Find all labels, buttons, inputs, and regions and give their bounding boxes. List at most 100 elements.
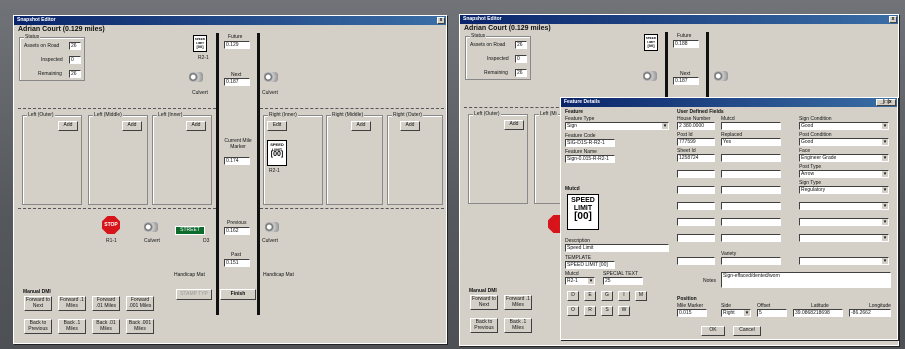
speed-limit-sign-icon[interactable]: SPEED LIMIT [00] bbox=[267, 140, 287, 166]
notes-field[interactable]: Sign-effaced/dented/worn bbox=[721, 272, 891, 288]
window-controls[interactable]: _|□|x bbox=[876, 99, 896, 106]
add-button[interactable]: Add bbox=[351, 121, 371, 131]
empty-field[interactable] bbox=[677, 234, 715, 242]
feature-code-field[interactable]: SIG-D1S-R-R2-1 bbox=[565, 139, 615, 147]
letter-i-button[interactable]: I bbox=[618, 291, 630, 301]
description-field[interactable]: Speed Limit bbox=[565, 244, 669, 252]
empty-field[interactable] bbox=[721, 202, 781, 210]
back-previous-button[interactable]: Back to Previous bbox=[24, 319, 52, 334]
culvert-label: Culvert bbox=[192, 90, 208, 96]
back-0001-button[interactable]: Back .001 Miles bbox=[126, 319, 154, 334]
add-button[interactable]: Add bbox=[122, 121, 142, 131]
panel-label: Left (Middle) bbox=[93, 112, 123, 118]
mutcd-select[interactable]: R2-1 bbox=[565, 277, 595, 285]
close-button[interactable]: x bbox=[889, 16, 897, 23]
add-button[interactable]: Add bbox=[58, 121, 78, 131]
letter-d-button[interactable]: D bbox=[567, 291, 579, 301]
feature-name-field[interactable]: Sign-0.015-R-R2-1 bbox=[565, 155, 615, 163]
house-number-field[interactable]: 2 380.0000 bbox=[677, 122, 715, 130]
post-condition-select[interactable]: Good bbox=[799, 138, 889, 146]
empty-field[interactable] bbox=[721, 218, 781, 226]
culvert-label: Culvert bbox=[262, 238, 278, 244]
inspected-count: 0 bbox=[515, 55, 527, 63]
speed-limit-sign-icon[interactable]: SPEED LIMIT [00] bbox=[644, 34, 658, 51]
letter-m-button[interactable]: M bbox=[635, 291, 647, 301]
finish-button[interactable]: Finish bbox=[220, 289, 256, 300]
panel-label: Left (Outer) bbox=[473, 111, 501, 117]
handicap-mat-label: Handicap Mat bbox=[174, 272, 205, 278]
template-field[interactable]: SPEED LIMIT [00] bbox=[565, 261, 615, 269]
forward-0001-button[interactable]: Forward .001 Miles bbox=[126, 296, 154, 311]
empty-field[interactable] bbox=[677, 202, 715, 210]
culvert-icon[interactable] bbox=[264, 72, 278, 82]
empty-select[interactable] bbox=[799, 218, 889, 226]
offset-field[interactable]: 5 bbox=[757, 309, 787, 317]
add-button[interactable]: Add bbox=[186, 121, 206, 131]
letter-o-button[interactable]: O bbox=[567, 306, 579, 316]
empty-field[interactable] bbox=[721, 186, 781, 194]
empty-select[interactable] bbox=[799, 202, 889, 210]
forward-01-button[interactable]: Forward .1 Miles bbox=[504, 295, 532, 310]
cancel-button[interactable]: Cancel bbox=[733, 326, 761, 336]
longitude-field[interactable]: -86.2662 bbox=[849, 309, 891, 317]
letter-g-button[interactable]: G bbox=[601, 291, 613, 301]
empty-field[interactable] bbox=[677, 257, 715, 265]
stop-sign-icon[interactable]: STOP bbox=[102, 216, 120, 234]
assets-count: 26 bbox=[69, 42, 81, 50]
culvert-icon[interactable] bbox=[265, 222, 279, 232]
past-label: Past bbox=[231, 252, 242, 258]
culvert-icon[interactable] bbox=[189, 72, 203, 82]
letter-w-button[interactable]: W bbox=[618, 306, 630, 316]
stamp-typ-button[interactable]: STAMP TYP bbox=[176, 289, 212, 300]
latitude-field[interactable]: 39.0868218698 bbox=[793, 309, 843, 317]
post-id-field[interactable]: 777599 bbox=[677, 138, 715, 146]
empty-select[interactable] bbox=[799, 234, 889, 242]
manual-dmi-label: Manual DMI bbox=[469, 288, 497, 294]
sign-condition-select[interactable]: Good bbox=[799, 122, 889, 130]
street-sign-icon[interactable]: STREET bbox=[175, 226, 205, 235]
edit-button[interactable]: Edit bbox=[267, 121, 287, 131]
empty-field[interactable] bbox=[721, 170, 781, 178]
culvert-icon[interactable] bbox=[643, 71, 657, 81]
letter-s-button[interactable]: S bbox=[601, 306, 613, 316]
back-previous-button[interactable]: Back to Previous bbox=[470, 318, 498, 333]
close-button[interactable]: x bbox=[437, 17, 445, 24]
culvert-icon[interactable] bbox=[144, 222, 158, 232]
panel-label: Right (Outer) bbox=[392, 112, 423, 118]
back-001-button[interactable]: Back .01 Miles bbox=[92, 319, 120, 334]
culvert-icon[interactable] bbox=[714, 71, 728, 81]
replaced-field[interactable]: Yes bbox=[721, 138, 781, 146]
post-type-select[interactable]: Arrow bbox=[799, 170, 889, 178]
empty-field[interactable] bbox=[677, 186, 715, 194]
sheet-id-field[interactable]: 1258724 bbox=[677, 154, 715, 162]
face-select[interactable]: Engineer Grade bbox=[799, 154, 889, 162]
forward-01-button[interactable]: Forward .1 Miles bbox=[58, 296, 86, 311]
add-button[interactable]: Add bbox=[504, 120, 524, 130]
sign-type-select[interactable]: Regulatory bbox=[799, 186, 889, 194]
empty-field[interactable] bbox=[721, 234, 781, 242]
back-01-button[interactable]: Back .1 Miles bbox=[504, 318, 532, 333]
letter-e-button[interactable]: E bbox=[584, 291, 596, 301]
feature-type-select[interactable]: Sign bbox=[565, 122, 669, 130]
stop-code: R1-1 bbox=[106, 238, 117, 244]
past-value: 0.151 bbox=[224, 259, 250, 267]
empty-field[interactable] bbox=[677, 170, 715, 178]
udf-mutcd-field[interactable] bbox=[721, 122, 781, 130]
empty-field[interactable] bbox=[677, 218, 715, 226]
special-text-field[interactable]: 25 bbox=[603, 277, 643, 285]
ok-button[interactable]: OK bbox=[701, 326, 725, 336]
letter-r-button[interactable]: R bbox=[584, 306, 596, 316]
forward-001-button[interactable]: Forward .01 Miles bbox=[92, 296, 120, 311]
variety-field[interactable] bbox=[721, 257, 781, 265]
road-edge-left bbox=[216, 33, 219, 315]
empty-select[interactable] bbox=[799, 257, 889, 265]
panel-label: Left (Mi bbox=[539, 111, 558, 117]
back-01-button[interactable]: Back .1 Miles bbox=[58, 319, 86, 334]
mile-marker-field[interactable]: 0.015 bbox=[677, 309, 707, 317]
empty-field[interactable] bbox=[721, 154, 781, 162]
forward-next-button[interactable]: Forward to Next bbox=[470, 295, 498, 310]
add-button[interactable]: Add bbox=[400, 121, 420, 131]
side-select[interactable]: Right bbox=[721, 309, 751, 317]
speed-limit-sign-icon[interactable]: SPEED LIMIT [00] bbox=[193, 35, 207, 52]
forward-next-button[interactable]: Forward to Next bbox=[24, 296, 52, 311]
